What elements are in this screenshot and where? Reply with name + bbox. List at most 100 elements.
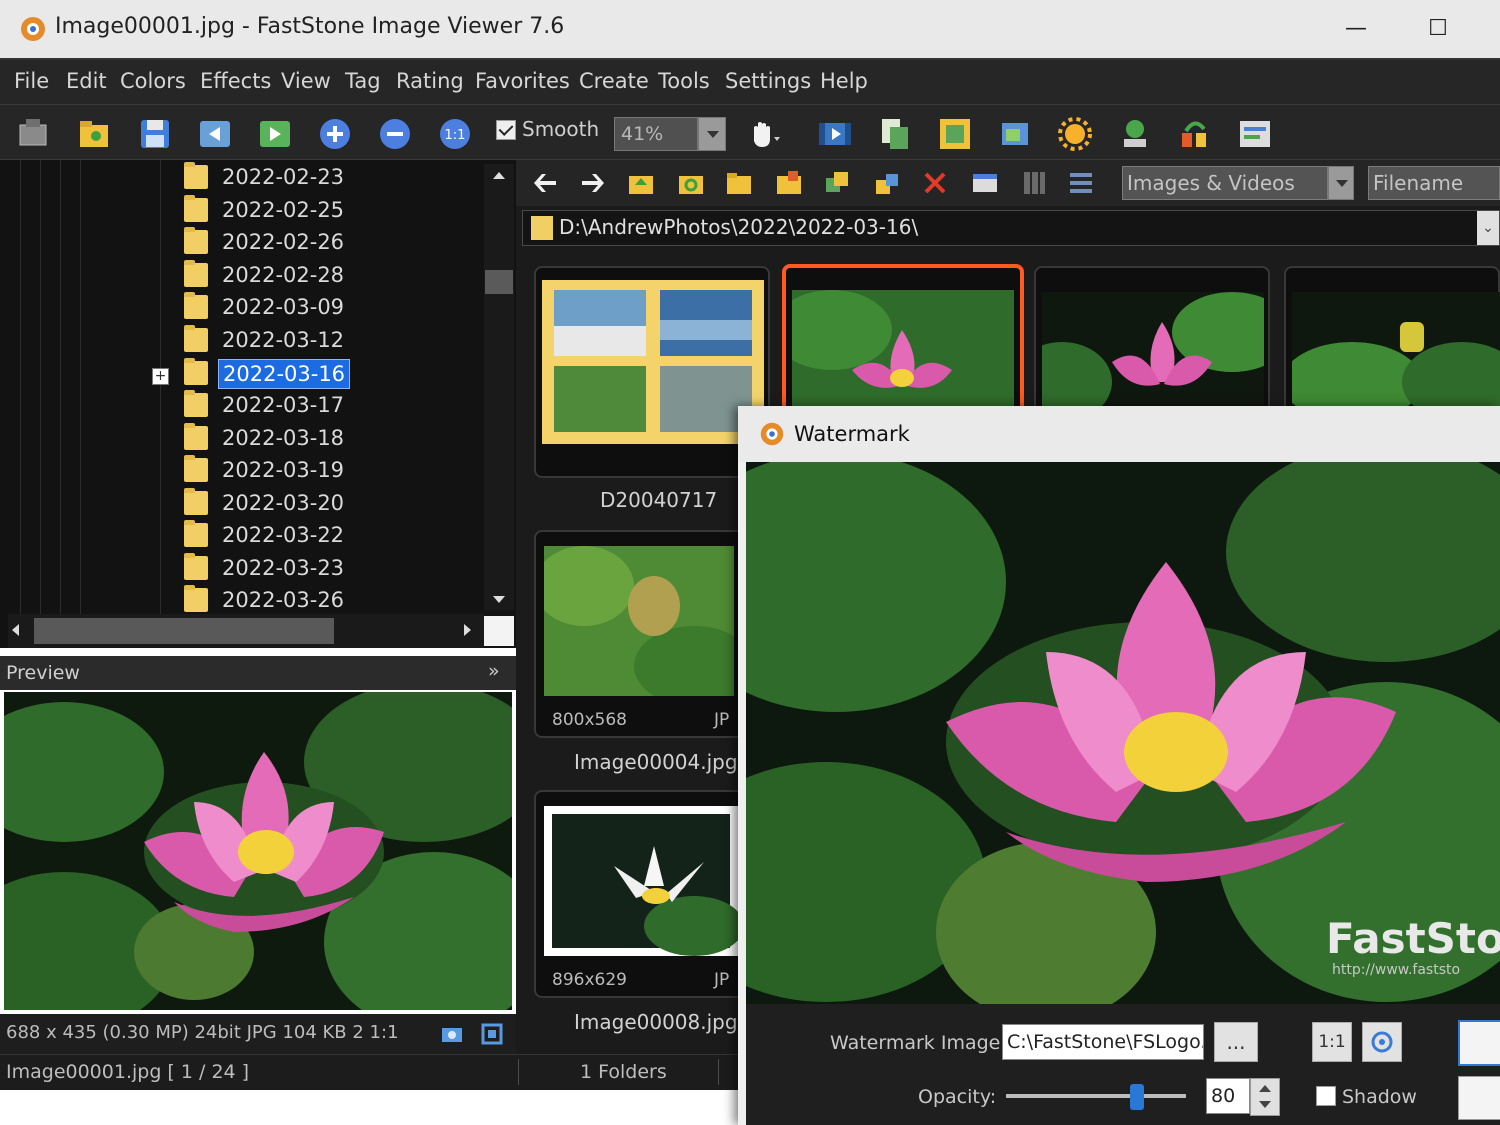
menu-create[interactable]: Create	[579, 69, 649, 93]
shadow-checkbox[interactable]	[1316, 1086, 1336, 1106]
favorite-folder-icon[interactable]	[724, 168, 754, 198]
menu-tools[interactable]: Tools	[658, 69, 710, 93]
thumbnail-card[interactable]	[534, 266, 770, 478]
main-toolbar: 1:1 41%	[0, 104, 1500, 263]
menu-rating[interactable]: Rating	[396, 69, 464, 93]
smooth-label: Smooth	[522, 117, 600, 141]
white-lotus-photo	[544, 806, 738, 956]
menu-help[interactable]: Help	[820, 69, 868, 93]
file-type-filter[interactable]: Images & Videos	[1122, 166, 1328, 200]
opacity-slider-track[interactable]	[1006, 1094, 1186, 1098]
menu-view[interactable]: View	[281, 69, 331, 93]
email-icon[interactable]	[1116, 115, 1154, 153]
slideshow-icon[interactable]	[816, 115, 854, 153]
next-image-icon[interactable]	[256, 115, 294, 153]
scroll-down-icon[interactable]	[493, 596, 505, 603]
folder-icon	[184, 292, 208, 319]
collapse-icon[interactable]: »	[488, 660, 500, 682]
menu-colors[interactable]: Colors	[120, 69, 186, 93]
thumbnail-format: JP	[714, 710, 730, 730]
status-bar: Image00001.jpg [ 1 / 24 ] 1 Folders	[0, 1054, 740, 1090]
rotate-icon[interactable]	[1176, 115, 1214, 153]
properties-icon[interactable]	[1236, 115, 1274, 153]
target-icon	[1371, 1031, 1393, 1053]
scroll-thumb[interactable]	[34, 618, 334, 644]
thumbnail-card[interactable]	[1284, 266, 1500, 414]
title-bar: Image00001.jpg - FastStone Image Viewer …	[0, 0, 1500, 58]
actual-size-button[interactable]: 1:1	[1312, 1022, 1352, 1062]
window-title: Image00001.jpg - FastStone Image Viewer …	[55, 14, 565, 39]
smooth-checkbox[interactable]	[496, 120, 516, 140]
sort-field[interactable]: Filename	[1368, 166, 1500, 200]
menu-file[interactable]: File	[14, 69, 49, 93]
zoom-out-icon[interactable]	[376, 115, 414, 153]
scroll-left-icon[interactable]	[12, 624, 19, 636]
hand-tool-icon[interactable]	[744, 115, 782, 153]
lotus-pod-photo	[544, 546, 734, 696]
acquire-icon[interactable]	[16, 115, 54, 153]
folder-icon	[184, 390, 208, 417]
thumbnail-card[interactable]	[534, 530, 754, 738]
opacity-field[interactable]: 80	[1206, 1078, 1250, 1114]
scroll-up-icon[interactable]	[493, 172, 505, 179]
thumbnail-card[interactable]	[534, 790, 754, 998]
forward-arrow-icon[interactable]	[578, 168, 608, 198]
watermark-image-path-field[interactable]: C:\FastStone\FSLogo.	[1002, 1024, 1204, 1060]
opacity-slider-thumb[interactable]	[1130, 1084, 1145, 1110]
menu-effects[interactable]: Effects	[200, 69, 271, 93]
thumbnail-format: JP	[714, 970, 730, 990]
details-view-icon[interactable]	[1066, 168, 1096, 198]
menu-favorites[interactable]: Favorites	[475, 69, 570, 93]
folder-refresh-icon[interactable]	[676, 168, 706, 198]
adjust-colors-icon[interactable]	[1056, 115, 1094, 153]
maximize-button[interactable]: ☐	[1418, 12, 1458, 46]
filter-dropdown-button[interactable]	[1328, 166, 1354, 200]
tree-horizontal-scrollbar[interactable]	[8, 614, 484, 648]
menu-tag[interactable]: Tag	[345, 69, 381, 93]
actual-size-icon[interactable]: 1:1	[436, 115, 474, 153]
scroll-corner	[484, 616, 514, 646]
path-dropdown-icon[interactable]: ⌄	[1477, 211, 1499, 245]
spin-up-icon[interactable]	[1259, 1085, 1271, 1092]
fit-icon[interactable]	[480, 1022, 504, 1046]
crop-icon[interactable]	[996, 115, 1034, 153]
filmstrip-view-icon[interactable]	[1018, 168, 1048, 198]
folder-icon	[184, 585, 208, 612]
copy-to-icon[interactable]	[876, 115, 914, 153]
delete-icon[interactable]	[920, 168, 950, 198]
preview-info-bar: 688 x 435 (0.30 MP) 24bit JPG 104 KB 2 1…	[0, 1014, 516, 1054]
menu-settings[interactable]: Settings	[725, 69, 811, 93]
reset-button[interactable]	[1362, 1022, 1402, 1062]
zoom-level-field[interactable]: 41%	[614, 117, 698, 151]
menu-edit[interactable]: Edit	[66, 69, 107, 93]
ok-button[interactable]	[1458, 1020, 1500, 1066]
spin-down-icon[interactable]	[1259, 1101, 1271, 1108]
thumbnail-card-selected[interactable]	[782, 264, 1024, 414]
camera-icon[interactable]	[440, 1022, 464, 1046]
zoom-dropdown-button[interactable]	[698, 117, 726, 151]
tree-vertical-scrollbar[interactable]	[484, 164, 514, 610]
zoom-in-icon[interactable]	[316, 115, 354, 153]
browse-button[interactable]: ...	[1214, 1022, 1258, 1062]
watermark-title: Watermark	[794, 422, 910, 446]
previous-image-icon[interactable]	[196, 115, 234, 153]
copy-folder-icon[interactable]	[822, 168, 852, 198]
move-folder-icon[interactable]	[872, 168, 902, 198]
scroll-right-icon[interactable]	[464, 624, 471, 636]
opacity-spinner[interactable]	[1250, 1078, 1280, 1116]
save-icon[interactable]	[136, 115, 174, 153]
cancel-button[interactable]	[1458, 1076, 1500, 1120]
folder-up-icon[interactable]	[626, 168, 656, 198]
scroll-thumb[interactable]	[485, 270, 513, 294]
open-folder-icon[interactable]	[76, 115, 114, 153]
expand-toggle[interactable]: +	[152, 368, 169, 385]
back-arrow-icon[interactable]	[530, 168, 560, 198]
current-path: D:\AndrewPhotos\2022\2022-03-16\	[559, 215, 919, 239]
thumbnail-view-icon[interactable]	[970, 168, 1000, 198]
path-bar[interactable]: D:\AndrewPhotos\2022\2022-03-16\ ⌄	[522, 210, 1500, 246]
resize-icon[interactable]	[936, 115, 974, 153]
thumbnail-card[interactable]	[1034, 266, 1270, 414]
lotus-thumb	[792, 290, 1014, 410]
minimize-button[interactable]: —	[1336, 12, 1376, 46]
new-folder-icon[interactable]	[774, 168, 804, 198]
